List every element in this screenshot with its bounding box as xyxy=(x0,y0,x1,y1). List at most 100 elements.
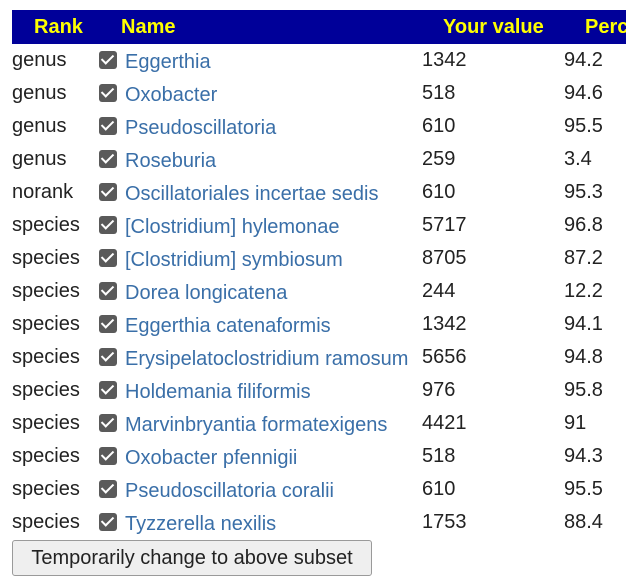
rank-cell: species xyxy=(12,214,80,236)
value-cell: 259 xyxy=(422,148,456,170)
taxon-link[interactable]: Pseudoscillatoria xyxy=(125,117,276,140)
rank-cell: norank xyxy=(12,181,74,203)
value-cell: 518 xyxy=(422,82,456,104)
checkmark-icon xyxy=(99,282,117,300)
percentile-cell: 88.4 xyxy=(564,511,603,533)
rank-cell: species xyxy=(12,412,80,434)
taxon-link[interactable]: Eggerthia xyxy=(125,51,211,74)
rank-cell: genus xyxy=(12,115,67,137)
row-checkbox[interactable] xyxy=(99,148,117,168)
row-checkbox[interactable] xyxy=(99,247,117,267)
rank-cell: species xyxy=(12,478,80,500)
taxon-link[interactable]: Oxobacter xyxy=(125,84,217,107)
checkmark-icon xyxy=(99,216,117,234)
taxon-link[interactable]: Marvinbryantia formatexigens xyxy=(125,414,387,437)
row-checkbox[interactable] xyxy=(99,379,117,399)
percentile-cell: 3.4 xyxy=(564,148,592,170)
row-checkbox[interactable] xyxy=(99,313,117,333)
row-checkbox[interactable] xyxy=(99,181,117,201)
table-row: species [Clostridium] hylemonae 5717 96.8 xyxy=(0,209,626,242)
row-checkbox[interactable] xyxy=(99,412,117,432)
taxon-link[interactable]: Eggerthia catenaformis xyxy=(125,315,331,338)
table-row: species Marvinbryantia formatexigens 4421 9… xyxy=(0,407,626,440)
table-row: genus Pseudoscillatoria 610 95.5 xyxy=(0,110,626,143)
rank-cell: genus xyxy=(12,82,67,104)
checkmark-icon xyxy=(99,84,117,102)
value-cell: 1342 xyxy=(422,49,467,71)
row-checkbox[interactable] xyxy=(99,478,117,498)
row-checkbox[interactable] xyxy=(99,280,117,300)
table-header: Rank Name Your value Perc xyxy=(12,10,626,44)
taxon-link[interactable]: Erysipelatoclostridium ramosum xyxy=(125,348,408,371)
percentile-cell: 96.8 xyxy=(564,214,603,236)
checkmark-icon xyxy=(99,150,117,168)
value-cell: 5656 xyxy=(422,346,467,368)
row-checkbox[interactable] xyxy=(99,49,117,69)
table-row: species Pseudoscillatoria coralii 610 95.5 xyxy=(0,473,626,506)
rank-cell: species xyxy=(12,379,80,401)
table-row: species Oxobacter pfennigii 518 94.3 xyxy=(0,440,626,473)
percentile-cell: 91 xyxy=(564,412,587,434)
value-cell: 5717 xyxy=(422,214,467,236)
checkmark-icon xyxy=(99,315,117,333)
taxon-link[interactable]: Oscillatoriales incertae sedis xyxy=(125,183,378,206)
value-cell: 244 xyxy=(422,280,456,302)
table-row: species Dorea longicatena 244 12.2 xyxy=(0,275,626,308)
value-cell: 610 xyxy=(422,181,456,203)
percentile-cell: 94.6 xyxy=(564,82,603,104)
taxon-link[interactable]: [Clostridium] symbiosum xyxy=(125,249,343,272)
value-cell: 8705 xyxy=(422,247,467,269)
row-checkbox[interactable] xyxy=(99,214,117,234)
checkmark-icon xyxy=(99,513,117,531)
taxon-link[interactable]: Oxobacter pfennigii xyxy=(125,447,297,470)
checkmark-icon xyxy=(99,414,117,432)
checkmark-icon xyxy=(99,183,117,201)
header-percentile[interactable]: Perc xyxy=(585,10,626,44)
percentile-cell: 12.2 xyxy=(564,280,603,302)
value-cell: 610 xyxy=(422,115,456,137)
table-row: genus Eggerthia 1342 94.2 xyxy=(0,44,626,77)
checkmark-icon xyxy=(99,117,117,135)
table-row: species Holdemania filiformis 976 95.8 xyxy=(0,374,626,407)
table-row: genus Roseburia 259 3.4 xyxy=(0,143,626,176)
checkmark-icon xyxy=(99,480,117,498)
rank-cell: species xyxy=(12,247,80,269)
rank-cell: genus xyxy=(12,148,67,170)
checkmark-icon xyxy=(99,51,117,69)
table-row: species Eggerthia catenaformis 1342 94.1 xyxy=(0,308,626,341)
taxon-link[interactable]: [Clostridium] hylemonae xyxy=(125,216,340,239)
taxon-link[interactable]: Holdemania filiformis xyxy=(125,381,311,404)
rank-cell: species xyxy=(12,511,80,533)
percentile-cell: 94.3 xyxy=(564,445,603,467)
row-checkbox[interactable] xyxy=(99,115,117,135)
rank-cell: species xyxy=(12,445,80,467)
percentile-cell: 94.8 xyxy=(564,346,603,368)
taxon-link[interactable]: Tyzzerella nexilis xyxy=(125,513,276,536)
percentile-cell: 94.1 xyxy=(564,313,603,335)
taxa-table-view: Rank Name Your value Perc genus Eggerthia… xyxy=(0,0,626,579)
rank-cell: species xyxy=(12,313,80,335)
percentile-cell: 95.5 xyxy=(564,115,603,137)
row-checkbox[interactable] xyxy=(99,82,117,102)
header-your-value[interactable]: Your value xyxy=(443,10,544,44)
change-subset-button[interactable]: Temporarily change to above subset xyxy=(12,540,372,576)
value-cell: 1342 xyxy=(422,313,467,335)
checkmark-icon xyxy=(99,447,117,465)
header-name[interactable]: Name xyxy=(121,10,175,44)
row-checkbox[interactable] xyxy=(99,445,117,465)
percentile-cell: 95.5 xyxy=(564,478,603,500)
table-row: norank Oscillatoriales incertae sedis 610 9… xyxy=(0,176,626,209)
taxon-link[interactable]: Roseburia xyxy=(125,150,216,173)
taxon-link[interactable]: Pseudoscillatoria coralii xyxy=(125,480,334,503)
table-row: genus Oxobacter 518 94.6 xyxy=(0,77,626,110)
header-rank[interactable]: Rank xyxy=(34,10,83,44)
table-body: genus Eggerthia 1342 94.2 genus Oxobacter 518 9… xyxy=(0,44,626,539)
row-checkbox[interactable] xyxy=(99,511,117,531)
table-row: species [Clostridium] symbiosum 8705 87.2 xyxy=(0,242,626,275)
table-row: species Erysipelatoclostridium ramosum 565… xyxy=(0,341,626,374)
rank-cell: species xyxy=(12,346,80,368)
row-checkbox[interactable] xyxy=(99,346,117,366)
checkmark-icon xyxy=(99,348,117,366)
taxon-link[interactable]: Dorea longicatena xyxy=(125,282,287,305)
rank-cell: genus xyxy=(12,49,67,71)
